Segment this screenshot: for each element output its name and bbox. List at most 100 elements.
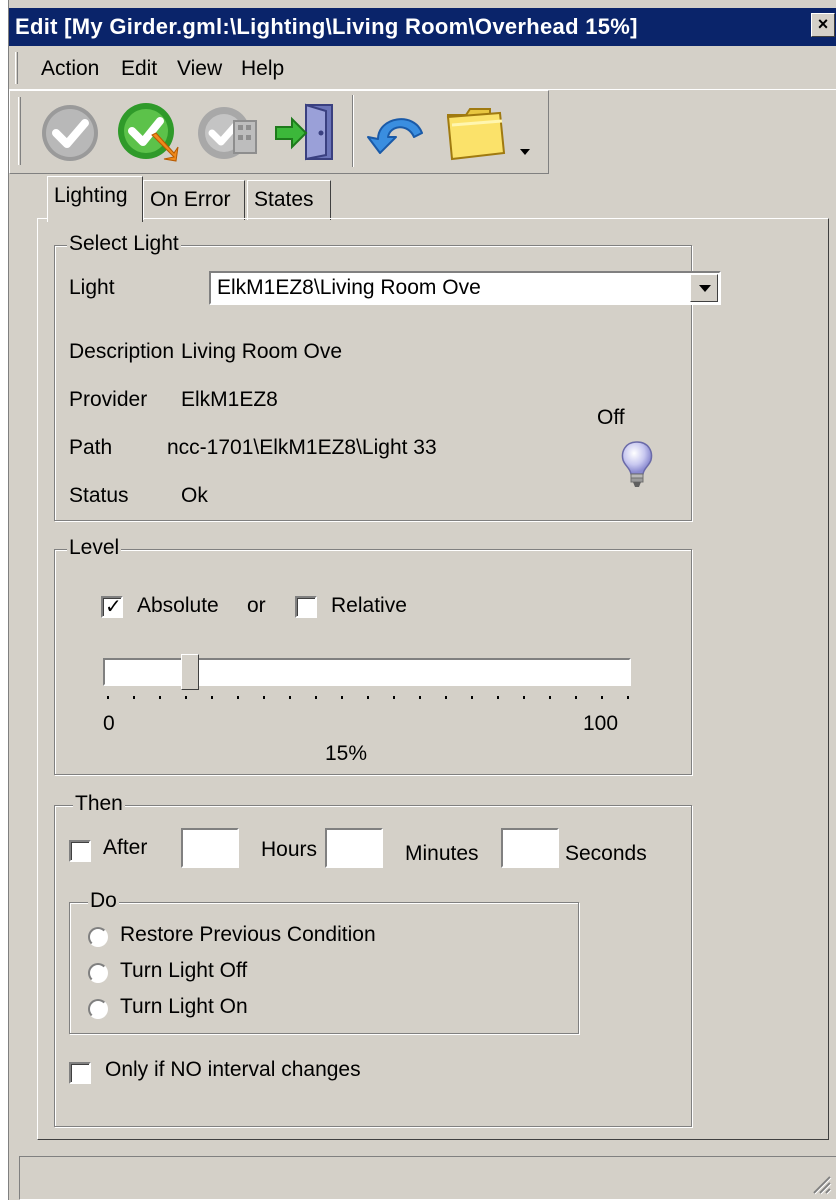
restore-previous-label: Restore Previous Condition <box>120 923 376 946</box>
menu-action[interactable]: Action <box>41 57 99 81</box>
tab-on-error[interactable]: On Error <box>143 180 245 220</box>
close-icon: × <box>817 14 829 34</box>
slider-tick <box>159 696 161 699</box>
or-label: or <box>247 594 266 617</box>
lighting-tab-panel: Select Light Light ElkM1EZ8\Living Room … <box>37 218 829 1140</box>
bulb-state-label: Off <box>597 406 625 429</box>
then-group-title: Then <box>73 792 125 816</box>
after-label: After <box>103 836 148 859</box>
minutes-label: Minutes <box>405 842 479 865</box>
tab-lighting-label: Lighting <box>54 184 128 207</box>
slider-tick <box>419 696 421 699</box>
menu-help[interactable]: Help <box>241 57 284 81</box>
level-slider-thumb[interactable] <box>180 654 199 690</box>
slider-tick <box>315 696 317 699</box>
path-value: ncc-1701\ElkM1EZ8\Light 33 <box>167 436 437 459</box>
turn-light-on-label: Turn Light On <box>120 995 248 1018</box>
slider-tick <box>289 696 291 699</box>
path-label: Path <box>69 436 113 459</box>
slider-tick <box>627 696 629 699</box>
radio-turn-light-off[interactable] <box>88 963 108 983</box>
title-bar[interactable]: Edit [My Girder.gml:\Lighting\Living Roo… <box>9 8 836 46</box>
apply-button[interactable] <box>112 95 184 167</box>
menu-view[interactable]: View <box>177 57 222 81</box>
tab-states-label: States <box>254 188 314 211</box>
slider-tick <box>341 696 343 699</box>
exit-button[interactable] <box>270 95 342 167</box>
close-button[interactable]: × <box>811 13 835 37</box>
light-bulb-icon[interactable] <box>619 440 655 490</box>
slider-tick <box>523 696 525 699</box>
slider-tick <box>237 696 239 699</box>
hours-input[interactable] <box>181 828 239 868</box>
description-label: Description <box>69 340 175 363</box>
slider-tick <box>107 696 109 699</box>
minutes-input[interactable] <box>325 828 383 868</box>
slider-tick <box>211 696 213 699</box>
then-group: Then After Hours Minutes Seconds Do Rest… <box>54 792 692 1127</box>
undo-button[interactable] <box>362 95 434 167</box>
slider-max-label: 100 <box>583 712 619 735</box>
status-value: Ok <box>181 484 208 507</box>
chevron-down-icon[interactable] <box>520 149 530 155</box>
relative-checkbox[interactable] <box>295 596 317 618</box>
light-label: Light <box>69 276 115 299</box>
slider-tick <box>601 696 603 699</box>
open-button[interactable] <box>440 95 512 167</box>
settings-disabled-icon <box>198 107 257 159</box>
level-group: Level ✓ Absolute or Relative 0 100 15% <box>54 536 692 775</box>
menu-bar: Action Edit View Help <box>9 48 836 90</box>
provider-value: ElkM1EZ8 <box>181 388 278 411</box>
absolute-checkbox[interactable]: ✓ <box>101 596 123 618</box>
turn-light-off-label: Turn Light Off <box>120 959 248 982</box>
toolbar-grip[interactable] <box>18 97 21 165</box>
radio-restore-previous[interactable] <box>88 927 108 947</box>
checkmark-icon: ✓ <box>105 596 122 618</box>
menu-grip[interactable] <box>15 52 18 84</box>
absolute-label: Absolute <box>137 594 219 617</box>
seconds-label: Seconds <box>565 842 647 865</box>
provider-label: Provider <box>69 388 148 411</box>
edit-window: Edit [My Girder.gml:\Lighting\Living Roo… <box>8 0 836 1200</box>
light-dropdown-button[interactable] <box>690 274 718 302</box>
slider-tick <box>393 696 395 699</box>
tab-lighting[interactable]: Lighting <box>47 176 143 222</box>
radio-turn-light-on[interactable] <box>88 999 108 1019</box>
menu-edit[interactable]: Edit <box>121 57 157 81</box>
tab-states[interactable]: States <box>247 180 331 220</box>
select-light-group: Select Light Light ElkM1EZ8\Living Room … <box>54 232 721 521</box>
slider-tick <box>445 696 447 699</box>
apply-icon <box>118 103 179 162</box>
slider-tick <box>549 696 551 699</box>
tab-on-error-label: On Error <box>150 188 231 211</box>
slider-tick <box>133 696 135 699</box>
interval-label: Only if NO interval changes <box>105 1058 361 1081</box>
interval-checkbox[interactable] <box>69 1062 91 1084</box>
exit-door-icon <box>275 103 333 161</box>
toolbar <box>9 90 549 174</box>
resize-grip-icon[interactable] <box>810 1173 832 1195</box>
seconds-input[interactable] <box>501 828 559 868</box>
description-value: Living Room Ove <box>181 340 343 363</box>
slider-min-label: 0 <box>103 712 115 735</box>
slider-tick <box>185 696 187 699</box>
light-dropdown[interactable]: ElkM1EZ8\Living Room Ove <box>209 271 721 305</box>
relative-label: Relative <box>331 594 407 617</box>
slider-tick <box>497 696 499 699</box>
settings-button[interactable] <box>192 95 264 167</box>
hours-label: Hours <box>261 838 318 861</box>
toolbar-separator <box>352 95 354 167</box>
slider-tick <box>471 696 473 699</box>
ok-button[interactable] <box>34 95 106 167</box>
folder-icon <box>446 108 506 161</box>
window-title: Edit [My Girder.gml:\Lighting\Living Roo… <box>15 14 638 39</box>
level-group-title: Level <box>67 536 122 560</box>
light-dropdown-value: ElkM1EZ8\Living Room Ove <box>217 276 481 299</box>
after-checkbox[interactable] <box>69 840 91 862</box>
slider-percent-label: 15% <box>325 742 368 765</box>
undo-icon <box>367 118 423 154</box>
status-label: Status <box>69 484 129 507</box>
check-disabled-icon <box>42 105 98 161</box>
slider-tick <box>263 696 265 699</box>
status-bar <box>19 1156 836 1200</box>
